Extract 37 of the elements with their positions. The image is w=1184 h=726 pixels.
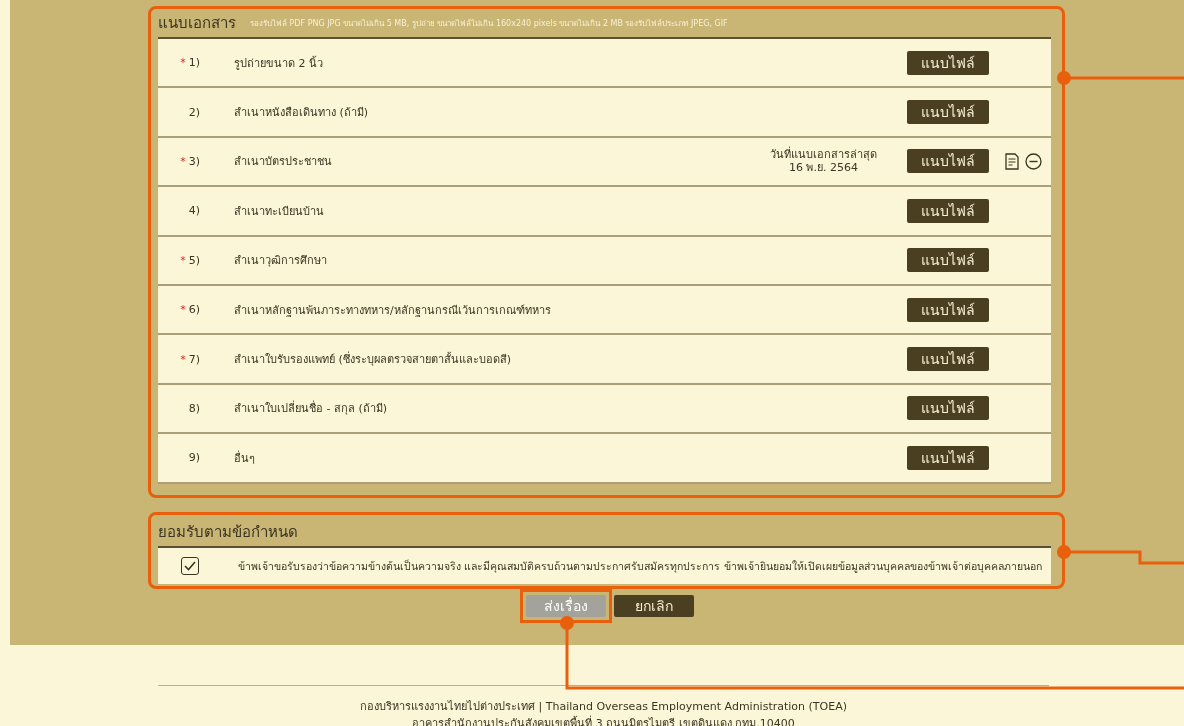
- document-label: รูปถ่ายขนาด 2 นิ้ว: [233, 55, 324, 72]
- row-number: 2): [187, 105, 200, 119]
- row-number: 8): [187, 401, 200, 415]
- attach-file-button[interactable]: แนบไฟล์: [907, 149, 989, 174]
- document-label: สำเนาทะเบียนบ้าน: [233, 203, 325, 220]
- attach-file-button[interactable]: แนบไฟล์: [907, 198, 989, 223]
- row-number: * 1): [179, 56, 200, 70]
- document-label: สำเนาวุฒิการศึกษา: [233, 253, 328, 270]
- document-label: สำเนาบัตรประชาชน: [233, 154, 333, 171]
- document-label: สำเนาหนังสือเดินทาง (ถ้ามี): [233, 105, 370, 122]
- row-number: * 7): [179, 352, 200, 366]
- attach-file-button[interactable]: แนบไฟล์: [907, 297, 989, 322]
- row-number: 9): [187, 451, 200, 465]
- row-number: * 6): [179, 303, 200, 317]
- attach-file-button[interactable]: แนบไฟล์: [907, 100, 989, 125]
- file-hint: รองรับไฟล์ PDF PNG JPG ขนาดไม่เกิน 5 MB, รูปถ่าย ขนาดไฟล์ไม่เกิน 160x240 pixels ขนาดไม่เกิน 2 MB รองรับไฟล์ประเภท JPEG, GIF: [250, 17, 728, 30]
- document-label: อื่นๆ: [233, 449, 256, 467]
- footer-text: กองบริหารแรงงานไทยไปต่างประเทศ | Thailand Overseas Employment Administration (TOEA): [360, 699, 847, 715]
- section-title: แนบเอกสาร: [158, 13, 236, 34]
- attach-file-button[interactable]: แนบไฟล์: [907, 347, 989, 372]
- terms-text: ข้าพเจ้าขอรับรองว่าข้อความข้างต้นเป็นความจริง และมีคุณสมบัติครบถ้วนตามประกาศรับสมัครทุกประการ ข้าพเจ้ายินยอมให้เปิดเผยข้อมูลส่วนบุคคลของข้าพเจ้าต่อบุคคลภายนอก: [238, 558, 1042, 575]
- cancel-button[interactable]: ยกเลิก: [614, 595, 694, 617]
- row-number: 4): [187, 204, 200, 218]
- section-title: ยอมรับตามข้อกำหนด: [158, 522, 298, 543]
- document-label: สำเนาใบเปลี่ยนชื่อ - สกุล (ถ้ามี): [233, 399, 389, 418]
- last-upload-date: วันที่แนบเอกสารล่าสุด 16 พ.ย. 2564: [770, 147, 878, 176]
- row-number: * 5): [179, 253, 200, 267]
- document-label: สำเนาใบรับรองแพทย์ (ซึ่งระบุผลตรวจสายตาสั้นและบอดสี): [233, 350, 513, 369]
- attach-file-button[interactable]: แนบไฟล์: [907, 396, 989, 421]
- document-icon[interactable]: [1005, 152, 1019, 170]
- attach-file-button[interactable]: แนบไฟล์: [907, 248, 989, 273]
- attach-file-button[interactable]: แนบไฟล์: [907, 50, 989, 75]
- remove-icon[interactable]: [1025, 152, 1042, 170]
- row-number: * 3): [179, 154, 200, 168]
- attach-file-button[interactable]: แนบไฟล์: [907, 445, 989, 470]
- document-label: สำเนาหลักฐานพ้นภาระทางทหาร/หลักฐานกรณีเว้นการเกณฑ์ทหาร: [233, 302, 552, 319]
- checkbox[interactable]: [181, 557, 199, 575]
